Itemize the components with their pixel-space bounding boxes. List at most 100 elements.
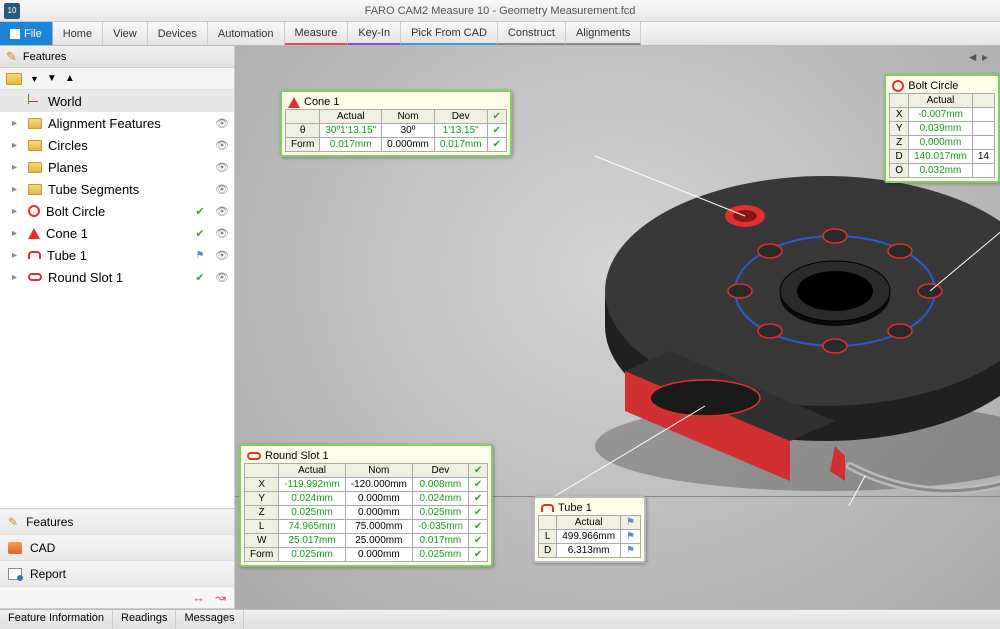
status-tab-feature-info[interactable]: Feature Information <box>0 610 113 629</box>
folder-dropdown-icon[interactable]: ▼ <box>30 74 39 84</box>
callout-cone1[interactable]: Cone 1 ActualNomDev✔ θ30º1'13.15"30º1'13… <box>280 90 512 157</box>
tree-item-label: World <box>48 94 208 109</box>
folder-icon <box>28 140 42 151</box>
features-panel-header[interactable]: ✎ Features <box>0 46 234 68</box>
tree-item[interactable]: ▸ Alignment Features 👁 <box>0 112 234 134</box>
eye-icon[interactable]: 👁 <box>214 183 230 196</box>
panel-cad[interactable]: CAD <box>0 535 234 561</box>
check-icon: ✔ <box>192 205 208 218</box>
tree-item-label: Tube Segments <box>48 182 208 197</box>
file-tab[interactable]: File <box>0 22 53 45</box>
window-title: FARO CAM2 Measure 10 - Geometry Measurem… <box>365 5 636 17</box>
wand-icon: ✎ <box>8 515 18 529</box>
tree-item-label: Cone 1 <box>46 226 186 241</box>
status-tabs: Feature Information Readings Messages <box>0 609 1000 629</box>
flag-icon: ⚑ <box>626 517 635 528</box>
panel-features[interactable]: ✎Features <box>0 509 234 535</box>
slot-icon <box>247 452 261 460</box>
status-tab-readings[interactable]: Readings <box>113 610 176 629</box>
collapse-icon[interactable]: ▼ <box>47 73 57 84</box>
tree-item-label: Bolt Circle <box>46 204 186 219</box>
file-icon <box>10 29 20 39</box>
tree-item-label: Planes <box>48 160 208 175</box>
side-mini-toolbar: ↔ ↝ <box>0 587 234 609</box>
flag-icon: ⚑ <box>192 250 208 261</box>
callout-title: Bolt Circle <box>908 80 958 92</box>
new-folder-icon[interactable] <box>6 73 22 85</box>
tree-item[interactable]: ▸ Bolt Circle ✔ 👁 <box>0 200 234 222</box>
chevron-icon: ▸ <box>12 272 22 283</box>
curve-icon[interactable]: ↝ <box>215 590 226 606</box>
check-icon: ✔ <box>192 227 208 240</box>
expand-icon[interactable]: ▲ <box>65 73 75 84</box>
titlebar: 10 FARO CAM2 Measure 10 - Geometry Measu… <box>0 0 1000 22</box>
tree-item[interactable]: ▸ Circles 👁 <box>0 134 234 156</box>
callout-table: ActualNomDev✔ X-119.992mm-120.000mm0.008… <box>244 463 488 562</box>
tree-item[interactable]: ▸ Tube Segments 👁 <box>0 178 234 200</box>
tab-alignments[interactable]: Alignments <box>566 22 641 45</box>
tab-automation[interactable]: Automation <box>208 22 285 45</box>
folder-icon <box>28 118 42 129</box>
eye-icon[interactable]: 👁 <box>214 161 230 174</box>
app-icon: 10 <box>4 3 20 19</box>
circle-icon <box>892 80 904 92</box>
report-icon <box>8 568 22 580</box>
tab-view[interactable]: View <box>103 22 148 45</box>
tree-item[interactable]: ▸ Cone 1 ✔ 👁 <box>0 222 234 244</box>
tab-keyin[interactable]: Key-In <box>348 22 401 45</box>
chevron-icon: ▸ <box>12 118 22 129</box>
features-toolbar: ▼ ▼ ▲ <box>0 68 234 90</box>
callout-table: Actual⚑ L499.966mm⚑ D6.313mm⚑ <box>538 515 641 558</box>
tube-icon <box>28 251 41 259</box>
chevron-icon: ▸ <box>12 140 22 151</box>
tab-pickfromcad[interactable]: Pick From CAD <box>401 22 498 45</box>
callout-table: ActualNomDev✔ θ30º1'13.15"30º1'13.15"✔ F… <box>285 109 507 152</box>
callout-round-slot[interactable]: Round Slot 1 ActualNomDev✔ X-119.992mm-1… <box>239 444 493 567</box>
tube-icon <box>541 504 554 512</box>
tree-item[interactable]: ▸ Tube 1 ⚑ 👁 <box>0 244 234 266</box>
eye-icon[interactable]: 👁 <box>214 117 230 130</box>
eye-icon[interactable]: 👁 <box>214 249 230 262</box>
tab-construct[interactable]: Construct <box>498 22 566 45</box>
axes-icon <box>28 94 42 108</box>
callout-tube1[interactable]: Tube 1 Actual⚑ L499.966mm⚑ D6.313mm⚑ <box>533 496 646 563</box>
tab-home[interactable]: Home <box>53 22 103 45</box>
eye-icon[interactable]: 👁 <box>214 205 230 218</box>
eye-icon[interactable]: 👁 <box>214 271 230 284</box>
tab-measure[interactable]: Measure <box>285 22 349 45</box>
chevron-icon: ▸ <box>12 184 22 195</box>
cad-icon <box>8 542 22 554</box>
file-label: File <box>24 28 42 40</box>
chevron-icon: ▸ <box>12 228 22 239</box>
sidebar: ✎ Features ▼ ▼ ▲ World ▸ Alignment Feature… <box>0 46 235 609</box>
chevron-icon: ▸ <box>12 250 22 261</box>
panel-report[interactable]: Report <box>0 561 234 587</box>
tree-item-label: Circles <box>48 138 208 153</box>
cad-model[interactable] <box>535 146 1000 506</box>
feature-tree[interactable]: World ▸ Alignment Features 👁 ▸ Circles 👁 ▸ Plane… <box>0 90 234 508</box>
eye-icon[interactable]: 👁 <box>214 139 230 152</box>
eye-icon[interactable]: 👁 <box>214 227 230 240</box>
slot-icon <box>28 273 42 281</box>
tree-item[interactable]: ▸ Planes 👁 <box>0 156 234 178</box>
callout-title: Cone 1 <box>304 96 339 108</box>
tab-devices[interactable]: Devices <box>148 22 208 45</box>
cone-icon <box>28 228 40 239</box>
folder-icon <box>28 162 42 173</box>
dimension-icon[interactable]: ↔ <box>192 590 205 605</box>
tree-item-label: Round Slot 1 <box>48 270 186 285</box>
view-nav-arrows[interactable]: ◄ ▸ <box>967 50 988 64</box>
tree-item-label: Alignment Features <box>48 116 208 131</box>
viewport-3d[interactable]: ◄ ▸ <box>235 46 1000 609</box>
ribbon: File Home View Devices Automation Measur… <box>0 22 1000 46</box>
circle-icon <box>28 205 40 217</box>
chevron-icon: ▸ <box>12 162 22 173</box>
chevron-icon: ▸ <box>12 206 22 217</box>
tree-item-label: Tube 1 <box>47 248 186 263</box>
callout-title: Tube 1 <box>558 502 592 514</box>
tree-item[interactable]: ▸Round Slot 1✔👁 <box>0 266 234 288</box>
tree-item[interactable]: World <box>0 90 234 112</box>
callout-bolt-circle[interactable]: Bolt Circle Actual X-0.007mm Y0.039mm Z0… <box>884 74 1000 183</box>
folder-icon <box>28 184 42 195</box>
status-tab-messages[interactable]: Messages <box>176 610 243 629</box>
